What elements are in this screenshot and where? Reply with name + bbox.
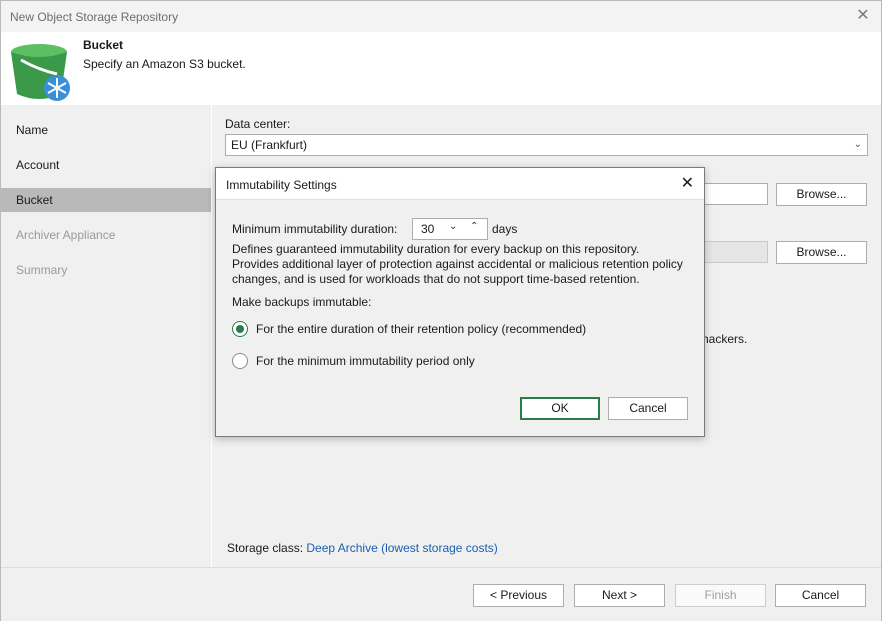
window-close-icon[interactable]: ✕: [853, 6, 873, 26]
dialog-title: Immutability Settings: [226, 178, 337, 192]
bucket-snowflake-icon: [9, 40, 73, 102]
description-line-3: changes, and is used for workloads that …: [232, 272, 640, 286]
sidebar-item-name[interactable]: Name: [1, 118, 211, 142]
finish-button: Finish: [675, 584, 766, 607]
duration-unit: days: [492, 222, 518, 236]
duration-stepper[interactable]: 30 ⌄ ⌃: [412, 218, 488, 240]
browse-bucket-button[interactable]: Browse...: [776, 183, 867, 206]
page-title: Bucket: [83, 38, 124, 52]
duration-description: Defines guaranteed immutability duration…: [232, 242, 702, 287]
chevron-down-icon: ⌄: [853, 139, 862, 150]
datacenter-select[interactable]: EU (Frankfurt) ⌄: [225, 134, 868, 156]
wizard-header: Bucket Specify an Amazon S3 bucket.: [1, 32, 881, 105]
sidebar-item-archiver-appliance: Archiver Appliance: [16, 228, 116, 242]
duration-label: Minimum immutability duration:: [232, 222, 398, 236]
dialog-titlebar: Immutability Settings ✕: [216, 168, 704, 200]
description-line-1: Defines guaranteed immutability duration…: [232, 242, 640, 256]
option-minimum-period-radio[interactable]: [232, 353, 248, 369]
next-button[interactable]: Next >: [574, 584, 665, 607]
immutability-settings-dialog: Immutability Settings ✕ Minimum immutabi…: [215, 167, 705, 437]
ok-button[interactable]: OK: [520, 397, 600, 420]
window-title: New Object Storage Repository: [10, 10, 179, 24]
chevron-up-icon[interactable]: ⌃: [470, 221, 478, 232]
dialog-cancel-button[interactable]: Cancel: [608, 397, 688, 420]
option-minimum-period-label[interactable]: For the minimum immutability period only: [256, 354, 475, 368]
datacenter-value: EU (Frankfurt): [231, 138, 308, 152]
make-immutable-label: Make backups immutable:: [232, 295, 372, 309]
sidebar-item-bucket[interactable]: Bucket: [1, 188, 211, 212]
chevron-down-icon[interactable]: ⌄: [449, 221, 457, 232]
datacenter-label: Data center:: [225, 117, 291, 131]
sidebar-item-account[interactable]: Account: [1, 153, 211, 177]
wizard-footer: < Previous Next > Finish Cancel: [1, 567, 881, 621]
immutability-text-fragment: hackers.: [702, 332, 748, 346]
cancel-button[interactable]: Cancel: [775, 584, 866, 607]
description-line-2: Provides additional layer of protection …: [232, 257, 683, 271]
storage-class-row: Storage class: Deep Archive (lowest stor…: [227, 541, 498, 555]
wizard-sidebar: Name Account Bucket Archiver Appliance S…: [1, 105, 211, 567]
previous-button[interactable]: < Previous: [473, 584, 564, 607]
sidebar-item-summary: Summary: [16, 263, 68, 277]
option-retention-policy-radio[interactable]: [232, 321, 248, 337]
window-titlebar: New Object Storage Repository ✕: [1, 1, 881, 32]
page-subtitle: Specify an Amazon S3 bucket.: [83, 57, 246, 71]
storage-class-link[interactable]: Deep Archive (lowest storage costs): [306, 541, 497, 555]
storage-class-label: Storage class:: [227, 541, 304, 555]
duration-value: 30: [421, 222, 435, 236]
browse-folder-button[interactable]: Browse...: [776, 241, 867, 264]
option-retention-policy-label[interactable]: For the entire duration of their retenti…: [256, 322, 586, 336]
dialog-close-icon[interactable]: ✕: [681, 174, 694, 194]
